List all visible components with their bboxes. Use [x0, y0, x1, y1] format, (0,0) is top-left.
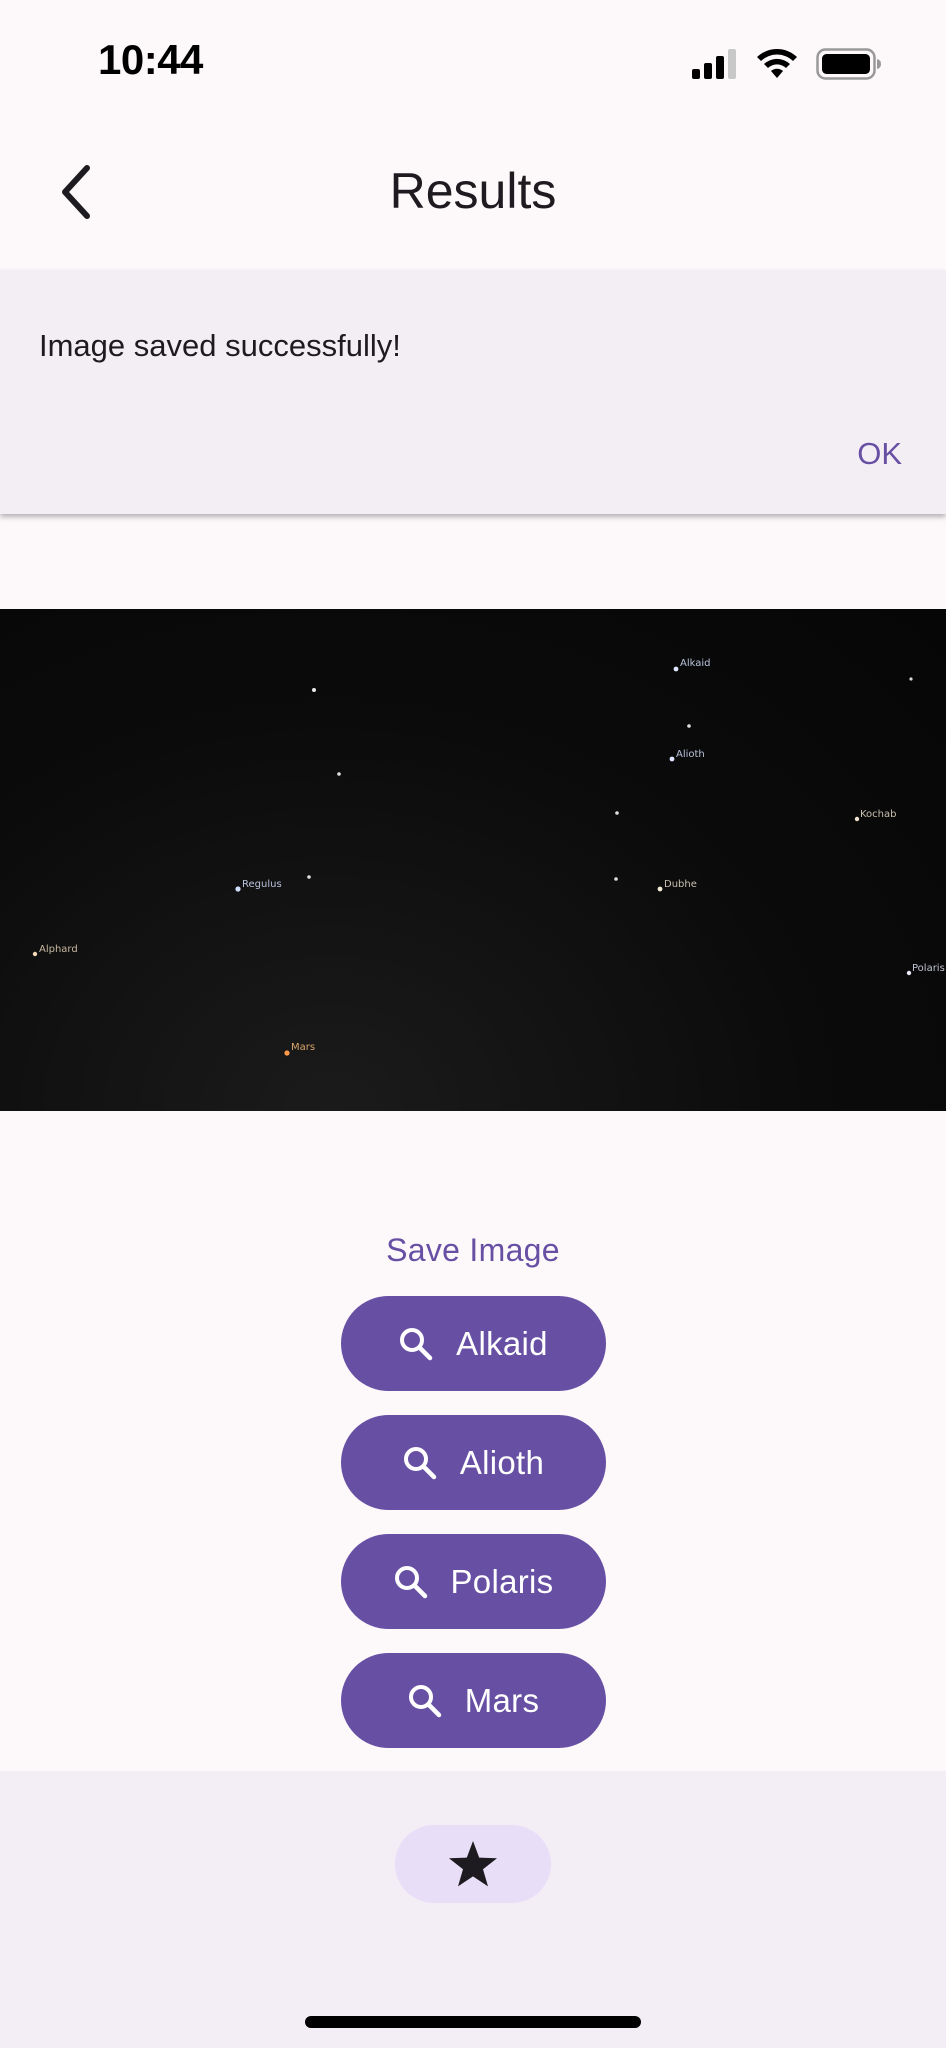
battery-icon: [816, 48, 881, 80]
cellular-signal-icon: [692, 49, 736, 79]
search-alioth-label: Alioth: [459, 1443, 545, 1481]
regulus-star: [235, 886, 241, 892]
search-icon: [403, 1446, 437, 1479]
star-dot: [615, 811, 619, 815]
polaris-label: Polaris: [912, 963, 945, 974]
mars-label: Mars: [291, 1042, 315, 1053]
wifi-icon: [757, 49, 797, 78]
snackbar: Image saved successfully! OK: [0, 270, 946, 514]
snackbar-ok-button[interactable]: OK: [851, 432, 908, 476]
alioth-star: [669, 756, 675, 762]
star-dot: [909, 677, 913, 681]
search-icon: [400, 1327, 433, 1360]
status-bar: 10:44: [0, 0, 946, 120]
search-alioth-button[interactable]: Alioth: [340, 1415, 606, 1510]
sky-image: Alkaid Alioth Kochab Regulus Dubhe Alpha…: [0, 609, 946, 1111]
home-indicator[interactable]: [305, 2016, 641, 2028]
status-icons: [692, 44, 882, 84]
sky-image-canvas: Alkaid Alioth Kochab Regulus Dubhe Alpha…: [32, 658, 945, 1056]
app-bar: Results: [0, 140, 946, 244]
polaris-star: [906, 970, 912, 976]
nav-item-favorites[interactable]: [395, 1825, 551, 1903]
status-time: 10:44: [98, 36, 203, 83]
bottom-navigation: [0, 1771, 946, 2048]
alkaid-star: [673, 666, 679, 672]
search-icon: [408, 1684, 441, 1717]
kochab-star: [854, 816, 860, 822]
dubhe-star: [657, 886, 663, 892]
alkaid-label: Alkaid: [680, 658, 711, 669]
search-alkaid-label: Alkaid: [456, 1324, 548, 1362]
snackbar-message: Image saved successfully!: [39, 328, 401, 363]
search-polaris-button[interactable]: Polaris: [340, 1534, 606, 1629]
star-dot: [307, 875, 311, 879]
alphard-label: Alphard: [39, 944, 78, 955]
page-title: Results: [389, 163, 557, 219]
alioth-label: Alioth: [676, 749, 705, 760]
star-dot: [614, 877, 618, 881]
star-icon: [449, 1841, 497, 1887]
star-dot: [687, 724, 691, 728]
search-mars-button[interactable]: Mars: [340, 1653, 606, 1748]
star-dot: [337, 772, 341, 776]
regulus-label: Regulus: [242, 879, 282, 890]
star-dot: [312, 688, 316, 692]
search-alkaid-button[interactable]: Alkaid: [340, 1296, 606, 1391]
mars-planet: [284, 1050, 290, 1056]
kochab-label: Kochab: [860, 809, 897, 820]
save-image-button[interactable]: Save Image: [366, 1220, 580, 1280]
actions-panel: Save Image Alkaid Alioth Polaris Mars: [0, 1220, 946, 1748]
search-mars-label: Mars: [464, 1681, 540, 1719]
search-polaris-label: Polaris: [450, 1562, 554, 1600]
dubhe-label: Dubhe: [664, 879, 697, 890]
alphard-star: [32, 951, 38, 957]
search-icon: [394, 1565, 427, 1598]
